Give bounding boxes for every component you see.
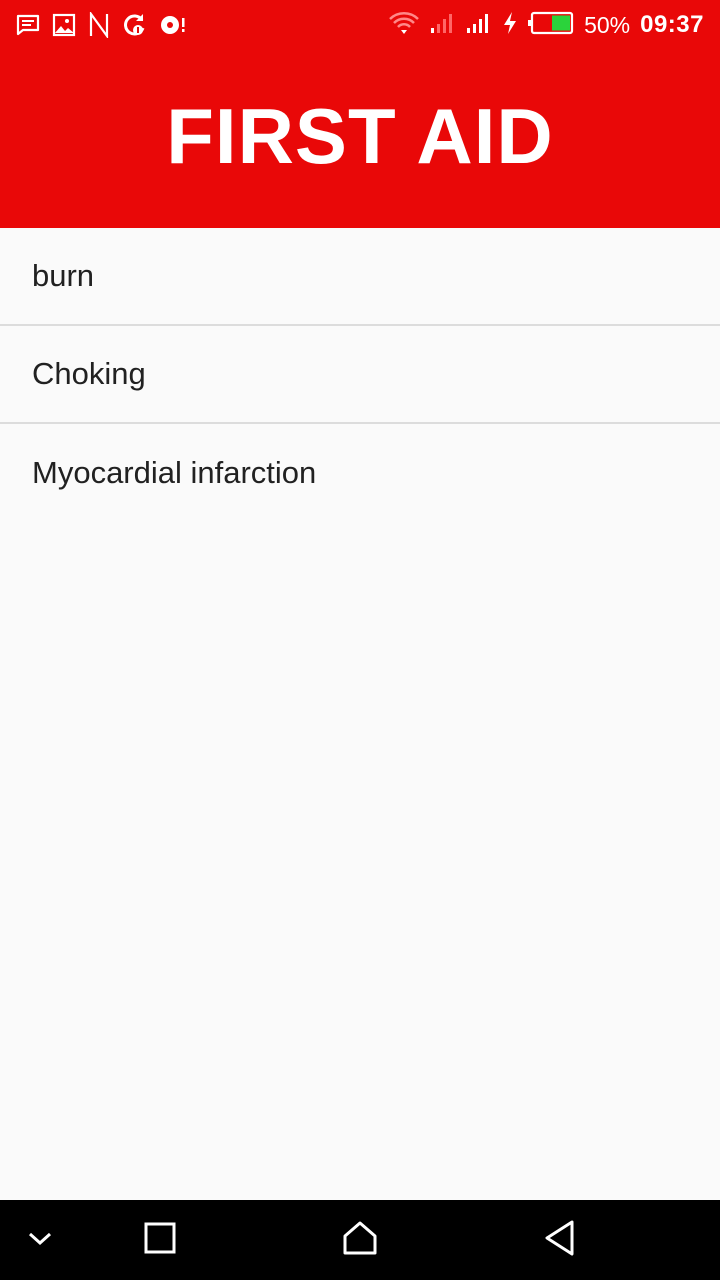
- battery-icon: [528, 11, 574, 40]
- clock: 09:37: [640, 11, 704, 38]
- system-status: 50% 09:37: [378, 8, 704, 42]
- recents-button[interactable]: [120, 1200, 200, 1280]
- first-aid-list: burn Choking Myocardial infarction: [0, 228, 720, 522]
- list-item-myocardial-infarction[interactable]: Myocardial infarction: [0, 424, 720, 522]
- recents-icon: [143, 1221, 177, 1260]
- status-bar: 50% 09:37: [0, 0, 720, 50]
- charging-icon: [502, 11, 518, 40]
- message-icon: [16, 13, 40, 37]
- notification-icons: [16, 10, 186, 40]
- page-title: FIRST AID: [166, 92, 554, 180]
- collapse-button[interactable]: [0, 1200, 80, 1280]
- signal-weak-icon: [430, 12, 456, 39]
- back-button[interactable]: [520, 1200, 600, 1280]
- image-icon: [52, 13, 76, 37]
- collapse-icon: [26, 1228, 54, 1253]
- wifi-icon: [388, 10, 420, 41]
- list-item-choking[interactable]: Choking: [0, 326, 720, 424]
- sync-icon: [122, 12, 148, 38]
- battery-percent: 50%: [584, 11, 631, 38]
- home-button[interactable]: [320, 1200, 400, 1280]
- signal-icon: [466, 12, 492, 39]
- home-icon: [342, 1220, 378, 1261]
- app-header: 50% 09:37 FIRST AID: [0, 0, 720, 228]
- navigation-bar: [0, 1200, 720, 1280]
- n-icon: [88, 12, 110, 38]
- back-icon: [543, 1219, 577, 1262]
- list-item-burn[interactable]: burn: [0, 228, 720, 326]
- media-icon: [160, 13, 186, 37]
